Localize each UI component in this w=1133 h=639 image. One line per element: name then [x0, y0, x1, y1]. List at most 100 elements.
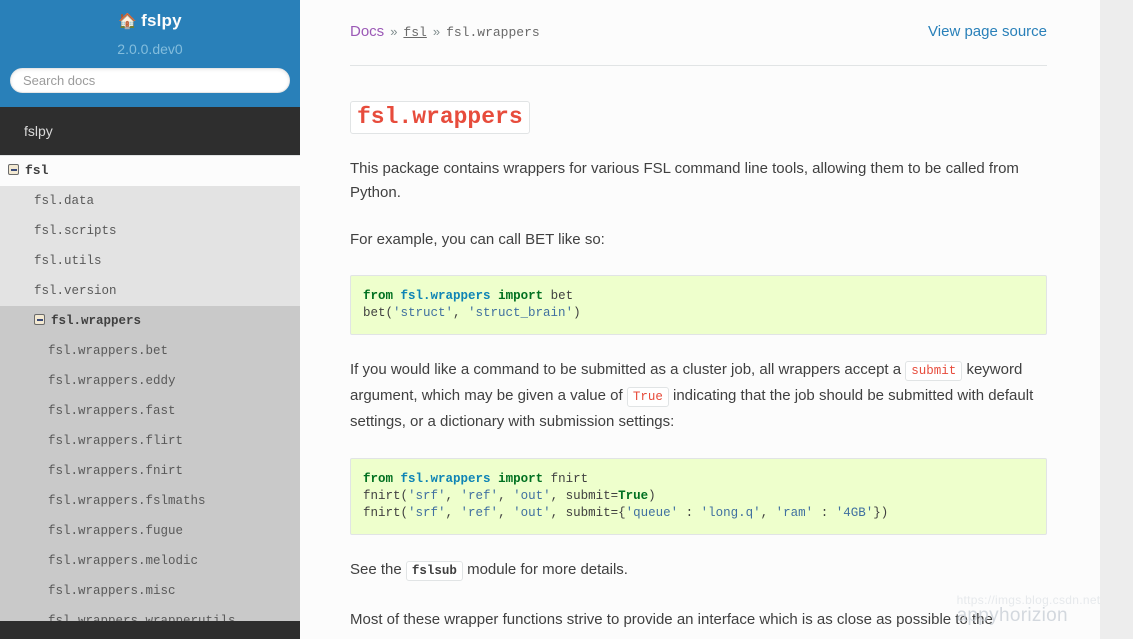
breadcrumb-separator: » — [390, 24, 398, 39]
sidebar-link-fsl-wrappers[interactable]: fsl.wrappers — [0, 306, 300, 336]
code-string-ref: 'ref' — [460, 505, 499, 520]
breadcrumb-divider — [350, 65, 1047, 66]
sidebar-label-fsl-wrappers: fsl.wrappers — [51, 314, 142, 328]
code-string-struct: 'struct' — [393, 306, 454, 321]
paragraph-submit-a: If you would like a command to be submit… — [350, 361, 906, 379]
code-string-struct-brain: 'struct_brain' — [468, 306, 574, 321]
code-dict-close: }) — [873, 505, 889, 520]
code-imported-name: fnirt — [550, 471, 589, 486]
paragraph-fslsub: See the fslsub module for more details. — [350, 558, 1047, 584]
code-keyword-from: from — [363, 289, 394, 304]
search-form — [0, 68, 300, 93]
home-icon: 🏠 — [118, 13, 138, 30]
nav-sublist-fsl: fsl.data fsl.scripts fsl.utils fsl.versi… — [0, 186, 300, 636]
inline-code-true: True — [626, 387, 669, 408]
version-label: 2.0.0.dev0 — [117, 41, 183, 57]
code-dict-colon: : — [678, 505, 701, 520]
sidebar-item-wrappers-melodic[interactable]: fsl.wrappers.melodic — [0, 546, 300, 576]
sidebar-link-wrappers-fslmaths[interactable]: fsl.wrappers.fslmaths — [0, 486, 300, 516]
sidebar-link-fsl-utils[interactable]: fsl.utils — [0, 246, 300, 276]
code-paren-close: ) — [648, 488, 656, 503]
code-call-bet: bet( — [363, 306, 394, 321]
code-kwarg-submit: , submit= — [550, 488, 619, 503]
nav-title: fslpy — [0, 107, 300, 155]
sidebar-navigation: 🏠fslpy 2.0.0.dev0 fslpy fsl fsl.data fsl… — [0, 0, 300, 639]
sidebar-link-wrappers-fugue[interactable]: fsl.wrappers.fugue — [0, 516, 300, 546]
code-paren-close: ) — [573, 306, 581, 321]
code-string-out: 'out' — [513, 505, 551, 520]
code-module-name: fsl.wrappers — [400, 289, 491, 304]
code-dict-key-ram: 'ram' — [775, 505, 814, 520]
sidebar-link-fsl-data[interactable]: fsl.data — [0, 186, 300, 216]
collapse-icon[interactable] — [8, 164, 19, 175]
sidebar-item-wrappers-fslmaths[interactable]: fsl.wrappers.fslmaths — [0, 486, 300, 516]
sidebar-item-fsl[interactable]: fsl fsl.data fsl.scripts fsl.utils fsl.v… — [0, 155, 300, 637]
nav-sublist-fsl-wrappers: fsl.wrappers.bet fsl.wrappers.eddy fsl.w… — [0, 336, 300, 636]
breadcrumb-fsl-link[interactable]: fsl — [403, 25, 426, 40]
breadcrumb-docs-link[interactable]: Docs — [350, 23, 384, 40]
code-module-name: fsl.wrappers — [400, 471, 491, 486]
paragraph-submit: If you would like a command to be submit… — [350, 358, 1047, 433]
code-dict-value-4gb: '4GB' — [835, 505, 874, 520]
sidebar-footer — [0, 621, 300, 639]
page-right-gutter — [1100, 0, 1133, 639]
sidebar-link-wrappers-fast[interactable]: fsl.wrappers.fast — [0, 396, 300, 426]
breadcrumb-current: fsl.wrappers — [446, 25, 540, 40]
sidebar-item-fsl-scripts[interactable]: fsl.scripts — [0, 216, 300, 246]
code-keyword-import: import — [498, 289, 544, 304]
sidebar-label-fsl: fsl — [25, 163, 49, 178]
sidebar-link-wrappers-melodic[interactable]: fsl.wrappers.melodic — [0, 546, 300, 576]
code-string-srf: 'srf' — [408, 505, 446, 520]
code-imported-name: bet — [550, 289, 574, 304]
sidebar-link-fsl[interactable]: fsl — [0, 156, 300, 186]
code-block-fnirt: from fsl.wrappers import fnirt fnirt('sr… — [350, 457, 1047, 535]
code-dict-value-longq: 'long.q' — [700, 505, 761, 520]
sidebar-item-fsl-data[interactable]: fsl.data — [0, 186, 300, 216]
sidebar-item-wrappers-eddy[interactable]: fsl.wrappers.eddy — [0, 366, 300, 396]
sidebar-item-wrappers-flirt[interactable]: fsl.wrappers.flirt — [0, 426, 300, 456]
code-comma: , — [453, 306, 469, 321]
view-page-source-link[interactable]: View page source — [928, 23, 1047, 40]
sidebar-link-wrappers-misc[interactable]: fsl.wrappers.misc — [0, 576, 300, 606]
sidebar-item-wrappers-fnirt[interactable]: fsl.wrappers.fnirt — [0, 456, 300, 486]
nav-tree: fsl fsl.data fsl.scripts fsl.utils fsl.v… — [0, 155, 300, 637]
page-title: fsl.wrappers — [350, 94, 1047, 134]
documentation-page: 🏠fslpy 2.0.0.dev0 fslpy fsl fsl.data fsl… — [0, 0, 1133, 639]
sidebar-item-fsl-version[interactable]: fsl.version — [0, 276, 300, 306]
code-dict-colon: : — [813, 505, 836, 520]
brand-label: fslpy — [141, 11, 182, 30]
paragraph-example-lead: For example, you can call BET like so: — [350, 230, 605, 248]
inline-code-submit: submit — [905, 361, 963, 382]
sidebar-item-fsl-utils[interactable]: fsl.utils — [0, 246, 300, 276]
paragraph-fslsub-a: See the — [350, 560, 406, 578]
sidebar-link-wrappers-bet[interactable]: fsl.wrappers.bet — [0, 336, 300, 366]
code-call-fnirt: fnirt( — [363, 505, 409, 520]
sidebar-item-wrappers-fugue[interactable]: fsl.wrappers.fugue — [0, 516, 300, 546]
code-kwarg-submit-dict: , submit={ — [550, 505, 626, 520]
code-string-ref: 'ref' — [460, 488, 499, 503]
sidebar-item-wrappers-fast[interactable]: fsl.wrappers.fast — [0, 396, 300, 426]
code-block-bet: from fsl.wrappers import bet bet('struct… — [350, 275, 1047, 336]
sidebar-link-wrappers-flirt[interactable]: fsl.wrappers.flirt — [0, 426, 300, 456]
code-keyword-from: from — [363, 471, 394, 486]
code-string-srf: 'srf' — [408, 488, 446, 503]
sidebar-link-wrappers-eddy[interactable]: fsl.wrappers.eddy — [0, 366, 300, 396]
collapse-icon[interactable] — [34, 314, 45, 325]
sidebar-link-fsl-version[interactable]: fsl.version — [0, 276, 300, 306]
sidebar-link-wrappers-fnirt[interactable]: fsl.wrappers.fnirt — [0, 456, 300, 486]
sidebar-item-fsl-wrappers[interactable]: fsl.wrappers fsl.wrappers.bet fsl.wrappe… — [0, 306, 300, 636]
code-string-out: 'out' — [513, 488, 551, 503]
code-dict-comma: , — [760, 505, 776, 520]
paragraph-fslsub-b: module for more details. — [462, 560, 628, 578]
inline-code-fslsub[interactable]: fslsub — [405, 560, 463, 581]
sidebar-link-fsl-scripts[interactable]: fsl.scripts — [0, 216, 300, 246]
code-call-fnirt: fnirt( — [363, 488, 409, 503]
sidebar-item-wrappers-misc[interactable]: fsl.wrappers.misc — [0, 576, 300, 606]
paragraph-intro: This package contains wrappers for vario… — [350, 160, 1019, 201]
code-value-true: True — [618, 488, 649, 503]
sidebar-item-wrappers-bet[interactable]: fsl.wrappers.bet — [0, 336, 300, 366]
code-keyword-import: import — [498, 471, 544, 486]
main-content: Docs » fsl » fsl.wrappers View page sour… — [300, 0, 1133, 639]
search-input[interactable] — [10, 68, 290, 93]
brand-link[interactable]: 🏠 fslpy — [0, 8, 300, 35]
